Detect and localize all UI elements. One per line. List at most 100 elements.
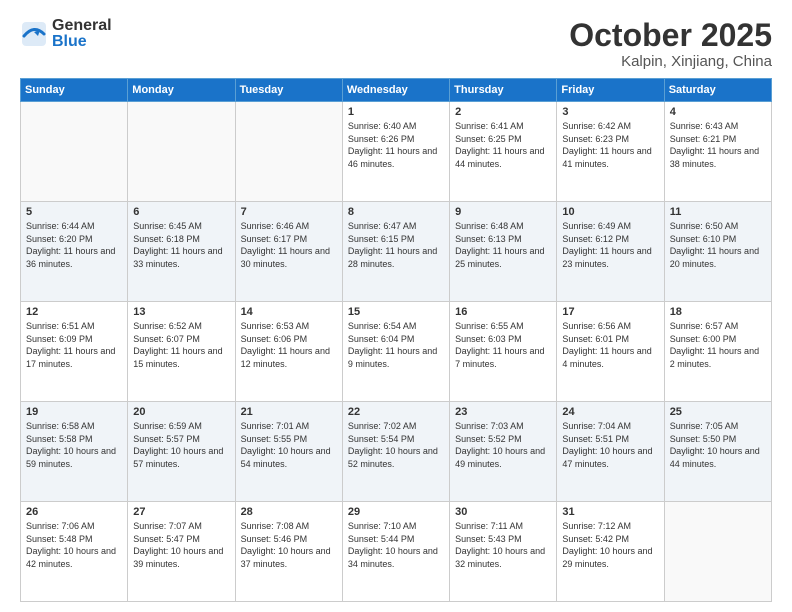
table-row: 8 Sunrise: 6:47 AM Sunset: 6:15 PM Daylig… <box>342 202 449 302</box>
table-row: 17 Sunrise: 6:56 AM Sunset: 6:01 PM Dayli… <box>557 302 664 402</box>
day-info: Sunrise: 6:56 AM Sunset: 6:01 PM Dayligh… <box>562 320 658 370</box>
table-row: 29 Sunrise: 7:10 AM Sunset: 5:44 PM Dayli… <box>342 502 449 602</box>
day-number: 8 <box>348 206 444 218</box>
day-number: 12 <box>26 306 122 318</box>
weekday-header-row: Sunday Monday Tuesday Wednesday Thursday… <box>21 79 772 102</box>
header-saturday: Saturday <box>664 79 771 102</box>
day-number: 10 <box>562 206 658 218</box>
month-title: October 2025 <box>569 18 772 53</box>
table-row: 22 Sunrise: 7:02 AM Sunset: 5:54 PM Dayli… <box>342 402 449 502</box>
day-info: Sunrise: 7:10 AM Sunset: 5:44 PM Dayligh… <box>348 520 444 570</box>
table-row: 9Sunrise: 6:48 AM Sunset: 6:13 PM Daylig… <box>450 202 557 302</box>
table-row: 2 Sunrise: 6:41 AM Sunset: 6:25 PM Daylig… <box>450 102 557 202</box>
table-row: 3Sunrise: 6:42 AM Sunset: 6:23 PM Daylig… <box>557 102 664 202</box>
table-row: 24 Sunrise: 7:04 AM Sunset: 5:51 PM Dayli… <box>557 402 664 502</box>
day-info: Sunrise: 7:11 AM Sunset: 5:43 PM Dayligh… <box>455 520 551 570</box>
table-row <box>664 502 771 602</box>
day-info: Sunrise: 6:59 AM Sunset: 5:57 PM Dayligh… <box>133 420 229 470</box>
day-number: 27 <box>133 506 229 518</box>
day-info: Sunrise: 6:49 AM Sunset: 6:12 PM Dayligh… <box>562 220 658 270</box>
calendar-week-5: 26 Sunrise: 7:06 AM Sunset: 5:48 PM Dayli… <box>21 502 772 602</box>
day-number: 13 <box>133 306 229 318</box>
table-row: 13 Sunrise: 6:52 AM Sunset: 6:07 PM Dayli… <box>128 302 235 402</box>
day-info: Sunrise: 6:44 AM Sunset: 6:20 PM Dayligh… <box>26 220 122 270</box>
day-number: 19 <box>26 406 122 418</box>
table-row: 25Sunrise: 7:05 AM Sunset: 5:50 PM Dayli… <box>664 402 771 502</box>
day-info: Sunrise: 7:05 AM Sunset: 5:50 PM Dayligh… <box>670 420 766 470</box>
day-number: 5 <box>26 206 122 218</box>
table-row: 20 Sunrise: 6:59 AM Sunset: 5:57 PM Dayli… <box>128 402 235 502</box>
table-row: 30 Sunrise: 7:11 AM Sunset: 5:43 PM Dayli… <box>450 502 557 602</box>
table-row <box>235 102 342 202</box>
day-info: Sunrise: 7:01 AM Sunset: 5:55 PM Dayligh… <box>241 420 337 470</box>
calendar-week-3: 12 Sunrise: 6:51 AM Sunset: 6:09 PM Dayli… <box>21 302 772 402</box>
day-info: Sunrise: 7:07 AM Sunset: 5:47 PM Dayligh… <box>133 520 229 570</box>
table-row: 12 Sunrise: 6:51 AM Sunset: 6:09 PM Dayli… <box>21 302 128 402</box>
header-sunday: Sunday <box>21 79 128 102</box>
header-tuesday: Tuesday <box>235 79 342 102</box>
day-number: 16 <box>455 306 551 318</box>
day-number: 14 <box>241 306 337 318</box>
table-row: 1 Sunrise: 6:40 AM Sunset: 6:26 PM Daylig… <box>342 102 449 202</box>
table-row: 7Sunrise: 6:46 AM Sunset: 6:17 PM Daylig… <box>235 202 342 302</box>
logo: General Blue <box>20 18 112 50</box>
header-wednesday: Wednesday <box>342 79 449 102</box>
table-row: 15Sunrise: 6:54 AM Sunset: 6:04 PM Dayli… <box>342 302 449 402</box>
day-number: 20 <box>133 406 229 418</box>
day-number: 6 <box>133 206 229 218</box>
table-row <box>128 102 235 202</box>
header-friday: Friday <box>557 79 664 102</box>
table-row: 26 Sunrise: 7:06 AM Sunset: 5:48 PM Dayli… <box>21 502 128 602</box>
table-row: 23 Sunrise: 7:03 AM Sunset: 5:52 PM Dayli… <box>450 402 557 502</box>
table-row: 14Sunrise: 6:53 AM Sunset: 6:06 PM Dayli… <box>235 302 342 402</box>
logo-blue-text: Blue <box>52 34 112 50</box>
day-info: Sunrise: 6:55 AM Sunset: 6:03 PM Dayligh… <box>455 320 551 370</box>
table-row: 21 Sunrise: 7:01 AM Sunset: 5:55 PM Dayli… <box>235 402 342 502</box>
day-number: 2 <box>455 106 551 118</box>
day-info: Sunrise: 6:42 AM Sunset: 6:23 PM Dayligh… <box>562 120 658 170</box>
day-info: Sunrise: 6:43 AM Sunset: 6:21 PM Dayligh… <box>670 120 766 170</box>
day-number: 22 <box>348 406 444 418</box>
page: General Blue October 2025 Kalpin, Xinjia… <box>0 0 792 612</box>
day-info: Sunrise: 6:47 AM Sunset: 6:15 PM Dayligh… <box>348 220 444 270</box>
day-info: Sunrise: 7:03 AM Sunset: 5:52 PM Dayligh… <box>455 420 551 470</box>
day-info: Sunrise: 7:06 AM Sunset: 5:48 PM Dayligh… <box>26 520 122 570</box>
day-number: 18 <box>670 306 766 318</box>
table-row: 18 Sunrise: 6:57 AM Sunset: 6:00 PM Dayli… <box>664 302 771 402</box>
day-number: 1 <box>348 106 444 118</box>
day-number: 23 <box>455 406 551 418</box>
day-info: Sunrise: 6:57 AM Sunset: 6:00 PM Dayligh… <box>670 320 766 370</box>
table-row: 27 Sunrise: 7:07 AM Sunset: 5:47 PM Dayli… <box>128 502 235 602</box>
day-info: Sunrise: 6:41 AM Sunset: 6:25 PM Dayligh… <box>455 120 551 170</box>
day-number: 4 <box>670 106 766 118</box>
day-info: Sunrise: 6:46 AM Sunset: 6:17 PM Dayligh… <box>241 220 337 270</box>
day-number: 9 <box>455 206 551 218</box>
header-thursday: Thursday <box>450 79 557 102</box>
table-row: 5 Sunrise: 6:44 AM Sunset: 6:20 PM Daylig… <box>21 202 128 302</box>
day-number: 30 <box>455 506 551 518</box>
logo-text: General Blue <box>52 18 112 50</box>
day-info: Sunrise: 6:45 AM Sunset: 6:18 PM Dayligh… <box>133 220 229 270</box>
logo-general-text: General <box>52 18 112 34</box>
day-number: 24 <box>562 406 658 418</box>
day-number: 26 <box>26 506 122 518</box>
calendar-week-2: 5 Sunrise: 6:44 AM Sunset: 6:20 PM Daylig… <box>21 202 772 302</box>
day-info: Sunrise: 6:40 AM Sunset: 6:26 PM Dayligh… <box>348 120 444 170</box>
location: Kalpin, Xinjiang, China <box>569 53 772 70</box>
day-number: 31 <box>562 506 658 518</box>
table-row: 16 Sunrise: 6:55 AM Sunset: 6:03 PM Dayli… <box>450 302 557 402</box>
day-info: Sunrise: 7:08 AM Sunset: 5:46 PM Dayligh… <box>241 520 337 570</box>
day-info: Sunrise: 7:04 AM Sunset: 5:51 PM Dayligh… <box>562 420 658 470</box>
day-number: 11 <box>670 206 766 218</box>
day-info: Sunrise: 6:51 AM Sunset: 6:09 PM Dayligh… <box>26 320 122 370</box>
day-info: Sunrise: 7:02 AM Sunset: 5:54 PM Dayligh… <box>348 420 444 470</box>
calendar-table: Sunday Monday Tuesday Wednesday Thursday… <box>20 78 772 602</box>
table-row: 11Sunrise: 6:50 AM Sunset: 6:10 PM Dayli… <box>664 202 771 302</box>
day-info: Sunrise: 6:52 AM Sunset: 6:07 PM Dayligh… <box>133 320 229 370</box>
table-row: 31Sunrise: 7:12 AM Sunset: 5:42 PM Dayli… <box>557 502 664 602</box>
calendar-week-4: 19Sunrise: 6:58 AM Sunset: 5:58 PM Dayli… <box>21 402 772 502</box>
day-number: 29 <box>348 506 444 518</box>
header: General Blue October 2025 Kalpin, Xinjia… <box>20 18 772 70</box>
day-number: 17 <box>562 306 658 318</box>
day-number: 21 <box>241 406 337 418</box>
